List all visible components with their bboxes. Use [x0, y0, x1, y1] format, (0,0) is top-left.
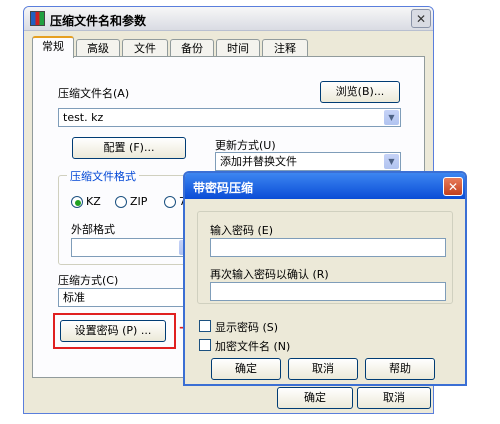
tab-comment[interactable]: 注释 — [262, 39, 308, 57]
update-method-value: 添加并替换文件 — [220, 155, 297, 168]
main-ok-button[interactable]: 确定 — [277, 387, 353, 409]
compression-method-select[interactable]: 标准 — [58, 288, 198, 307]
chevron-down-icon[interactable]: ▼ — [384, 154, 399, 169]
dialog-help-button[interactable]: 帮助 — [365, 358, 435, 380]
archive-name-label: 压缩文件名(A) — [58, 87, 130, 100]
external-format-select[interactable]: ▼ — [71, 238, 196, 257]
dialog-title: 带密码压缩 — [193, 181, 254, 195]
enter-password-label: 输入密码 (E) — [210, 224, 274, 237]
show-password-label: 显示密码 (S) — [215, 321, 279, 334]
main-window-title: 压缩文件名和参数 — [50, 14, 147, 28]
compression-method-label: 压缩方式(C) — [58, 274, 119, 287]
encrypt-names-checkbox[interactable] — [199, 339, 211, 351]
tab-advanced[interactable]: 高级 — [76, 39, 120, 57]
radio-zip-label: ZIP — [130, 195, 148, 208]
password-dialog: 带密码压缩 ✕ 输入密码 (E) 再次输入密码以确认 (R) 显示密码 (S) … — [183, 171, 467, 386]
dialog-cancel-button[interactable]: 取消 — [288, 358, 358, 380]
chevron-down-icon[interactable]: ▼ — [384, 110, 399, 125]
external-format-label: 外部格式 — [71, 223, 115, 236]
radio-zip[interactable] — [115, 196, 127, 208]
show-password-checkbox[interactable] — [199, 320, 211, 332]
radio-kz-label: KZ — [86, 195, 101, 208]
app-icon — [30, 11, 45, 26]
tab-general[interactable]: 常规 — [32, 36, 74, 58]
archive-name-combo[interactable]: test. kz ▼ — [58, 108, 401, 127]
config-button[interactable]: 配置 (F)... — [72, 137, 186, 159]
archive-format-group-title: 压缩文件格式 — [67, 168, 139, 184]
update-method-label: 更新方式(U) — [215, 139, 276, 152]
dialog-ok-button[interactable]: 确定 — [211, 358, 281, 380]
radio-7z[interactable] — [164, 196, 176, 208]
dialog-title-bar[interactable]: 带密码压缩 ✕ — [185, 173, 465, 199]
set-password-button[interactable]: 设置密码 (P) ... — [60, 320, 166, 342]
archive-name-value: test. kz — [63, 111, 104, 124]
confirm-password-input[interactable] — [210, 282, 446, 301]
update-method-select[interactable]: 添加并替换文件 ▼ — [215, 152, 401, 171]
main-cancel-button[interactable]: 取消 — [357, 387, 431, 409]
password-fields-group: 输入密码 (E) 再次输入密码以确认 (R) — [197, 211, 453, 304]
browse-button[interactable]: 浏览(B)... — [320, 81, 400, 103]
main-title-bar[interactable]: 压缩文件名和参数 ✕ — [24, 7, 433, 31]
tab-time[interactable]: 时间 — [216, 39, 260, 57]
tab-backup[interactable]: 备份 — [170, 39, 214, 57]
radio-kz[interactable] — [71, 196, 83, 208]
confirm-password-label: 再次输入密码以确认 (R) — [210, 268, 329, 281]
compression-method-value: 标准 — [63, 291, 85, 304]
enter-password-input[interactable] — [210, 238, 446, 257]
dialog-close-icon[interactable]: ✕ — [443, 177, 463, 196]
main-close-button[interactable]: ✕ — [411, 9, 431, 28]
tab-files[interactable]: 文件 — [122, 39, 168, 57]
encrypt-names-label: 加密文件名 (N) — [215, 340, 291, 353]
